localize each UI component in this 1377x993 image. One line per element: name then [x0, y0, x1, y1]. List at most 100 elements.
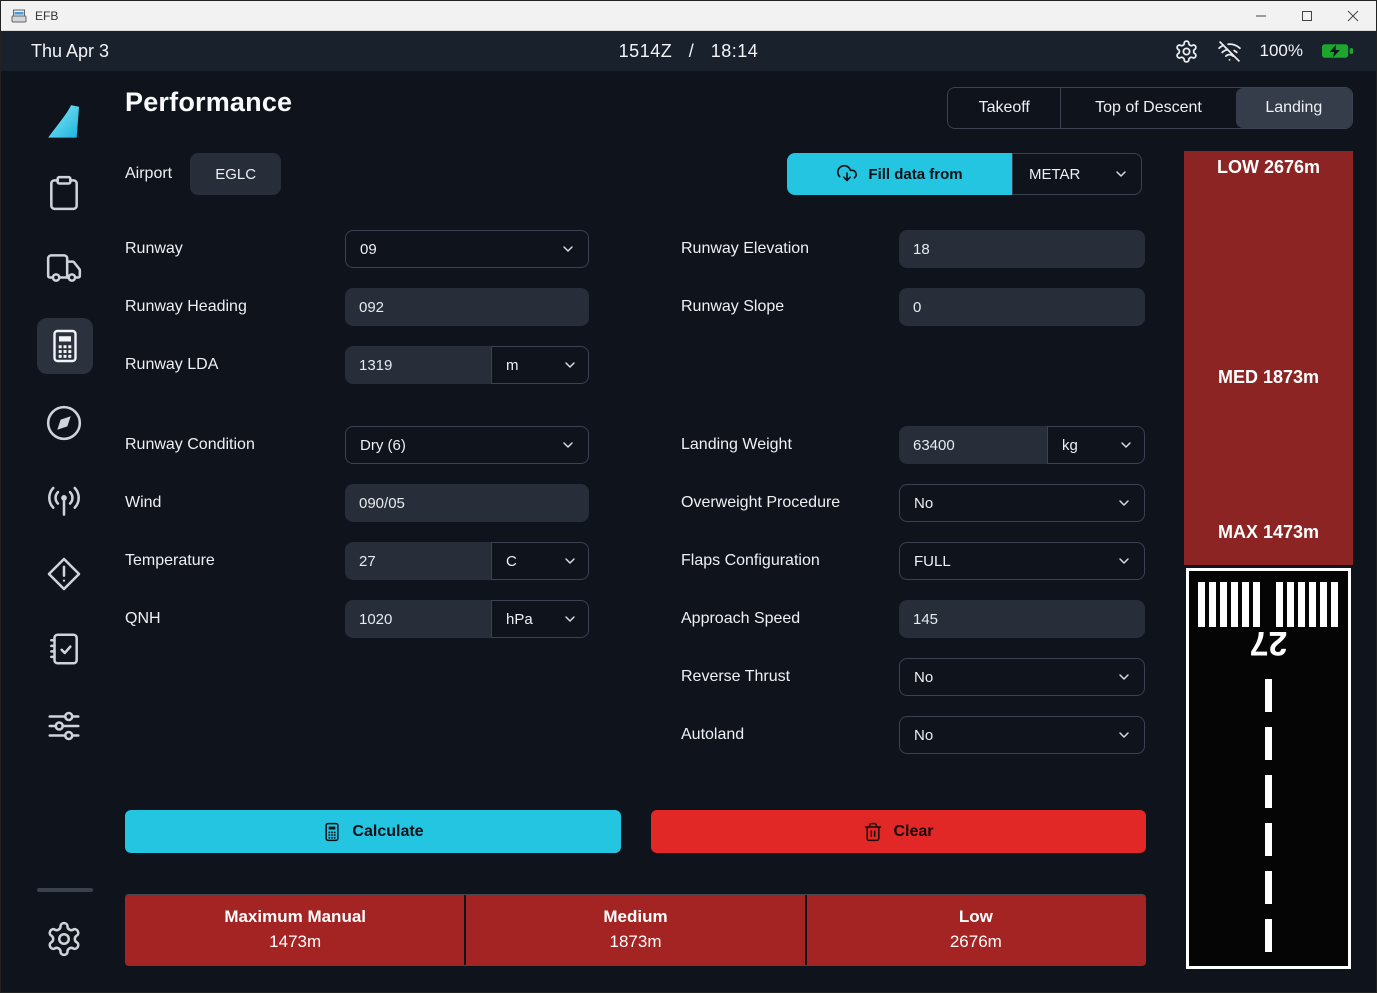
runway-select[interactable]: 09: [345, 230, 589, 268]
calculate-button[interactable]: Calculate: [125, 810, 621, 853]
tab-top-of-descent[interactable]: Top of Descent: [1060, 88, 1235, 128]
chevron-down-icon: [1116, 553, 1132, 569]
runway-lda-label: Runway LDA: [125, 356, 345, 374]
fill-data-label: Fill data from: [868, 166, 962, 183]
runway-heading-label: Runway Heading: [125, 298, 345, 316]
time-separator: /: [689, 41, 695, 61]
wind-label: Wind: [125, 494, 345, 512]
sidebar-item-calculator-active[interactable]: [37, 318, 93, 374]
local-time: 18:14: [711, 41, 759, 61]
wind-input[interactable]: [345, 484, 589, 522]
titlebar: EFB: [1, 1, 1376, 31]
close-button[interactable]: [1330, 1, 1376, 30]
runway-slope-label: Runway Slope: [681, 298, 899, 316]
runway-centerline: [1265, 679, 1272, 960]
overweight-procedure-label: Overweight Procedure: [681, 494, 899, 512]
autoland-select[interactable]: No: [899, 716, 1145, 754]
sidebar-item-checklist[interactable]: [36, 621, 92, 677]
sidebar-divider: [37, 888, 93, 892]
overweight-procedure-select[interactable]: No: [899, 484, 1145, 522]
landing-weight-input[interactable]: [899, 426, 1047, 464]
runway-condition-select[interactable]: Dry (6): [345, 426, 589, 464]
reverse-thrust-label: Reverse Thrust: [681, 668, 899, 686]
landing-weight-label: Landing Weight: [681, 436, 899, 454]
sidebar-item-clipboard[interactable]: [36, 165, 92, 221]
fill-source-value: METAR: [1029, 166, 1080, 183]
zulu-time: 1514Z: [619, 41, 673, 61]
sidebar-item-truck[interactable]: [36, 240, 92, 296]
performance-mode-tabs: Takeoff Top of Descent Landing: [947, 87, 1353, 129]
max-marker: MAX 1473m: [1184, 522, 1353, 543]
runway-condition-label: Runway Condition: [125, 436, 345, 454]
minimize-button[interactable]: [1238, 1, 1284, 30]
chevron-down-icon: [562, 611, 578, 627]
temperature-input[interactable]: [345, 542, 491, 580]
temperature-unit-select[interactable]: C: [491, 542, 589, 580]
tab-landing[interactable]: Landing: [1236, 88, 1352, 128]
calculate-label: Calculate: [352, 823, 423, 841]
sidebar-item-sliders[interactable]: [36, 698, 92, 754]
landing-weight-unit: kg: [1062, 437, 1078, 454]
sidebar-item-antenna[interactable]: [36, 473, 92, 529]
runway-condition-value: Dry (6): [360, 437, 406, 454]
battery-percentage: 100%: [1260, 41, 1303, 61]
result-max-manual-value: 1473m: [269, 930, 321, 955]
qnh-input[interactable]: [345, 600, 491, 638]
chevron-down-icon: [560, 437, 576, 453]
med-marker: MED 1873m: [1184, 367, 1353, 388]
qnh-unit: hPa: [506, 611, 533, 628]
gear-icon[interactable]: [1174, 39, 1199, 64]
runway-lda-unit: m: [506, 357, 519, 374]
window-title: EFB: [35, 9, 58, 23]
fill-source-select[interactable]: METAR: [1012, 153, 1142, 195]
landing-weight-unit-select[interactable]: kg: [1047, 426, 1145, 464]
sidebar-item-warning[interactable]: [36, 546, 92, 602]
braking-distance-bar: LOW 2676m MED 1873m MAX 1473m: [1184, 151, 1353, 565]
runway-heading-input[interactable]: [345, 288, 589, 326]
approach-speed-label: Approach Speed: [681, 610, 899, 628]
reverse-thrust-select[interactable]: No: [899, 658, 1145, 696]
chevron-down-icon: [1116, 669, 1132, 685]
result-max-manual-label: Maximum Manual: [224, 905, 366, 930]
tab-takeoff[interactable]: Takeoff: [948, 88, 1060, 128]
wifi-off-icon: [1217, 39, 1242, 64]
runway-label: Runway: [125, 240, 345, 258]
qnh-unit-select[interactable]: hPa: [491, 600, 589, 638]
maximize-button[interactable]: [1284, 1, 1330, 30]
sidebar-item-compass[interactable]: [36, 395, 92, 451]
efb-app-icon: [11, 8, 27, 24]
approach-speed-input[interactable]: [899, 600, 1145, 638]
result-low: Low 2676m: [807, 895, 1145, 965]
runway-threshold-stripes: [1198, 582, 1260, 627]
chevron-down-icon: [1113, 166, 1129, 182]
flaps-configuration-select[interactable]: FULL: [899, 542, 1145, 580]
qnh-label: QNH: [125, 610, 345, 628]
results-strip: Maximum Manual 1473m Medium 1873m Low 26…: [125, 894, 1146, 966]
calculator-icon: [322, 822, 342, 842]
runway-lda-input[interactable]: [345, 346, 491, 384]
overweight-procedure-value: No: [914, 495, 933, 512]
runway-slope-input[interactable]: [899, 288, 1145, 326]
result-medium-label: Medium: [603, 905, 667, 930]
airport-label: Airport: [125, 165, 172, 183]
runway-lda-unit-select[interactable]: m: [491, 346, 589, 384]
flaps-configuration-label: Flaps Configuration: [681, 552, 899, 570]
runway-elevation-label: Runway Elevation: [681, 240, 899, 258]
clear-button[interactable]: Clear: [651, 810, 1146, 853]
result-low-label: Low: [959, 905, 993, 930]
airport-code-button[interactable]: EGLC: [190, 153, 281, 195]
sidebar-item-settings[interactable]: [36, 911, 92, 967]
app-logo-tailfin: [36, 93, 92, 149]
result-medium: Medium 1873m: [466, 895, 804, 965]
chevron-down-icon: [562, 553, 578, 569]
clear-label: Clear: [893, 823, 933, 841]
runway-number: 27: [1189, 623, 1348, 662]
runway-graphic: 27: [1186, 568, 1351, 969]
result-maximum-manual: Maximum Manual 1473m: [126, 895, 464, 965]
runway-elevation-input[interactable]: [899, 230, 1145, 268]
fill-data-button[interactable]: Fill data from: [787, 153, 1012, 195]
autoland-value: No: [914, 727, 933, 744]
runway-value: 09: [360, 241, 377, 258]
page-title: Performance: [125, 87, 292, 118]
battery-charging-icon: [1321, 41, 1354, 61]
